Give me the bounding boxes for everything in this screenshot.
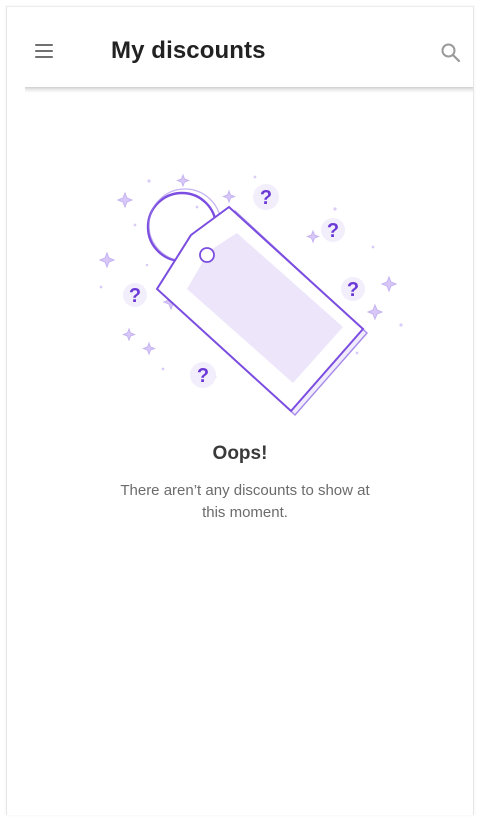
question-mark: ? — [327, 220, 339, 242]
app-bar-shadow — [25, 87, 473, 93]
question-mark: ? — [260, 187, 272, 209]
menu-icon[interactable] — [33, 41, 57, 61]
question-mark: ? — [129, 285, 141, 307]
discount-tag-icon: ? ? ? ? ? — [98, 173, 403, 417]
empty-state-title: Oops! — [212, 443, 268, 464]
app-screen: My discounts ? ? ? ? ? Oops! There aren’… — [6, 6, 474, 815]
app-bar: My discounts — [7, 7, 473, 93]
question-mark: ? — [197, 365, 209, 387]
empty-state-message: There aren’t any discounts to show at th… — [120, 482, 370, 521]
search-icon[interactable] — [439, 41, 463, 65]
question-mark: ? — [347, 279, 359, 301]
page-title: My discounts — [111, 37, 266, 64]
